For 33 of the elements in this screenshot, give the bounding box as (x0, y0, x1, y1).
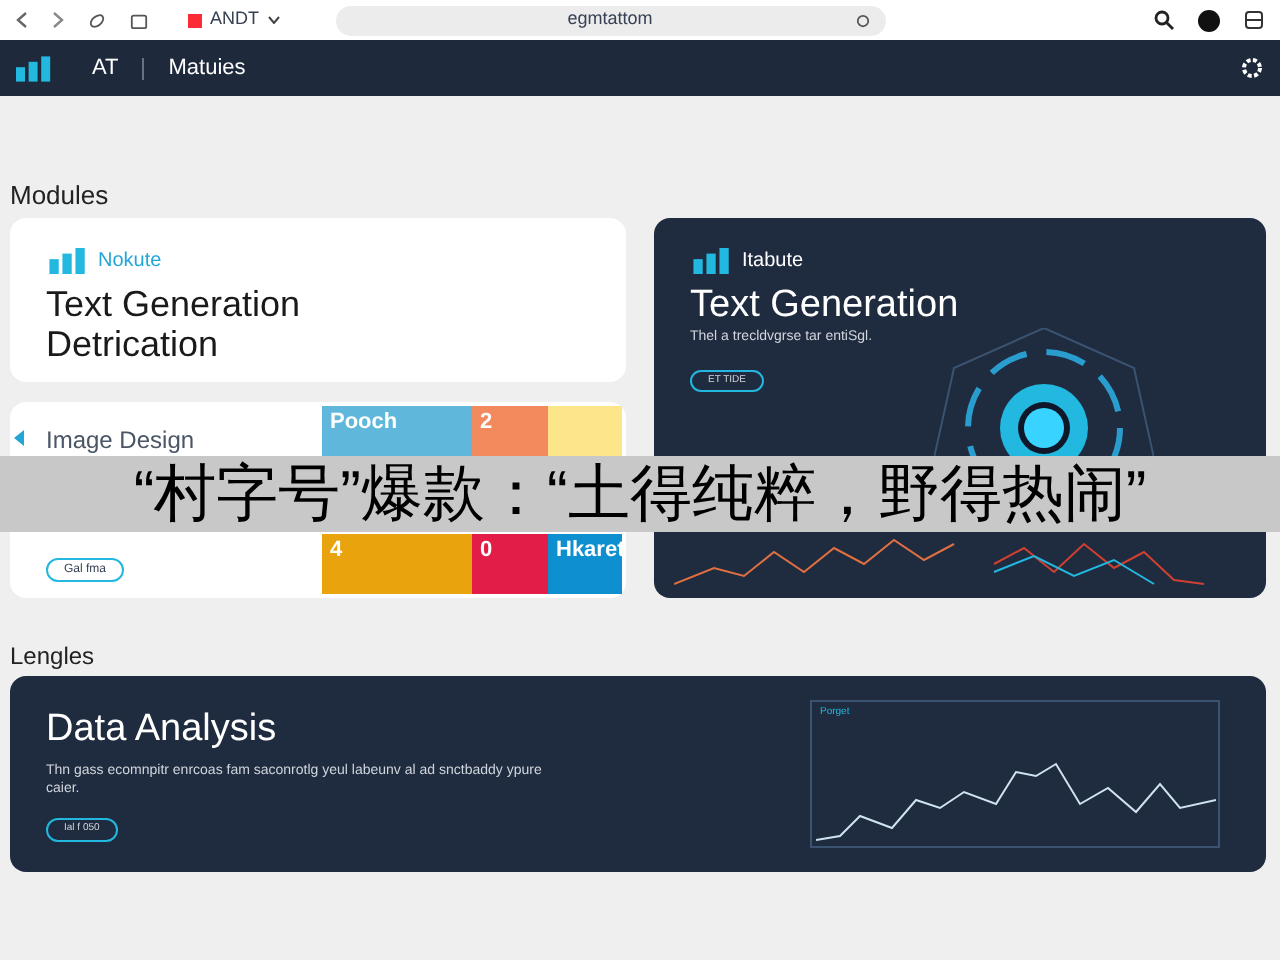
address-field[interactable]: egmtattom (335, 5, 885, 35)
tile-label: 0 (480, 538, 493, 564)
tile-label: 2 (480, 410, 493, 436)
account-icon[interactable] (1198, 9, 1220, 31)
forward-icon[interactable] (52, 12, 64, 28)
card-title: Image Design (46, 426, 197, 454)
card-title: Text Generation (690, 284, 961, 328)
chevron-left-icon[interactable] (14, 430, 24, 446)
tile-label: Hkaret (556, 538, 625, 564)
tab-icon[interactable] (130, 11, 148, 29)
brand-label: AT (92, 53, 119, 84)
back-icon[interactable] (16, 12, 28, 28)
search-icon[interactable] (1154, 10, 1174, 30)
section-heading: Lengles (10, 640, 97, 670)
card-title: Text Generation (46, 284, 303, 324)
tile-label: Pooch (330, 410, 398, 436)
brand-label: Nokute (98, 248, 162, 276)
settings-icon[interactable] (1240, 56, 1264, 80)
card-title: Data Analysis (46, 705, 279, 754)
tile-label: 4 (330, 538, 343, 564)
caret-icon (267, 16, 279, 24)
card-subtitle: Detrication (46, 324, 221, 364)
link-icon[interactable] (88, 11, 106, 29)
bar-chart-icon (46, 248, 90, 274)
section-heading: Modules (10, 180, 111, 212)
module-card[interactable]: Nokute Text Generation Detrication (10, 218, 626, 382)
bar-chart-icon (690, 248, 734, 274)
reload-icon[interactable] (855, 13, 869, 27)
bar-chart-icon (16, 55, 52, 81)
breadcrumb-label[interactable]: Matuies (168, 51, 246, 85)
profile-selector[interactable]: ANDT (188, 6, 279, 34)
brand-label: Itabute (742, 248, 804, 276)
sidebar-icon[interactable] (1244, 10, 1264, 30)
